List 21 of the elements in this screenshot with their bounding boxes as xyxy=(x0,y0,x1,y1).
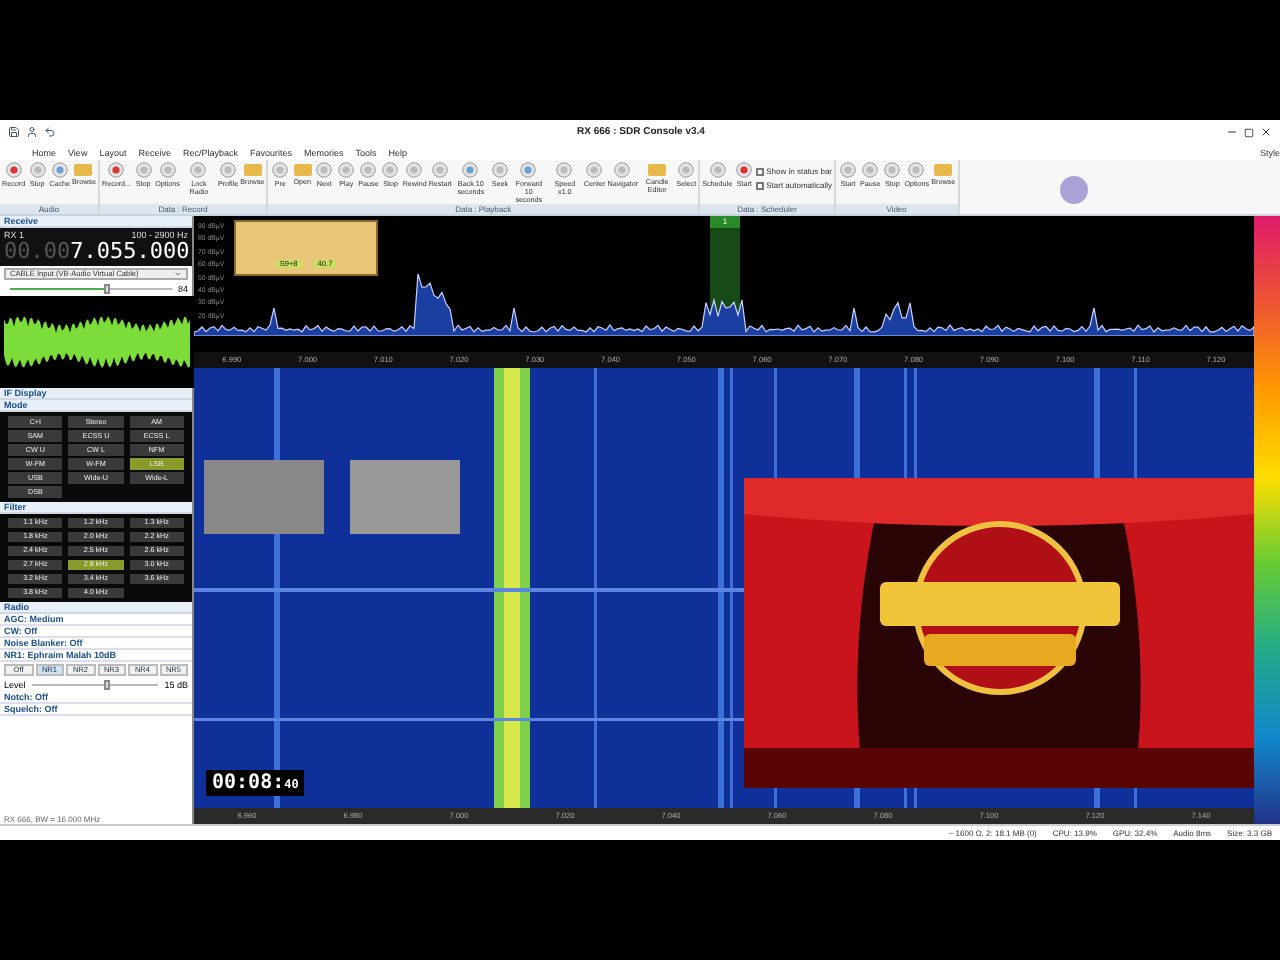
minimize-icon[interactable] xyxy=(1226,126,1238,138)
close-icon[interactable] xyxy=(1260,126,1272,138)
folder-icon xyxy=(243,162,262,176)
user-icon[interactable] xyxy=(26,126,38,138)
folder-icon xyxy=(293,162,312,176)
round-icon xyxy=(272,162,289,178)
round-icon xyxy=(491,162,508,178)
undo-icon[interactable] xyxy=(44,126,56,138)
maximize-icon[interactable] xyxy=(1244,127,1254,137)
clock-icon xyxy=(51,162,68,178)
frequency-display[interactable]: 00.007.055.000 xyxy=(4,240,188,264)
round-icon xyxy=(29,162,46,178)
folder-icon xyxy=(934,162,953,176)
clock-icon xyxy=(462,162,479,178)
record-icon xyxy=(108,162,125,178)
record-icon xyxy=(5,162,22,178)
clock-icon xyxy=(520,162,537,178)
folder-icon xyxy=(648,162,667,176)
folder-icon xyxy=(74,162,93,176)
save-icon[interactable] xyxy=(8,126,20,138)
record-icon xyxy=(736,162,753,178)
